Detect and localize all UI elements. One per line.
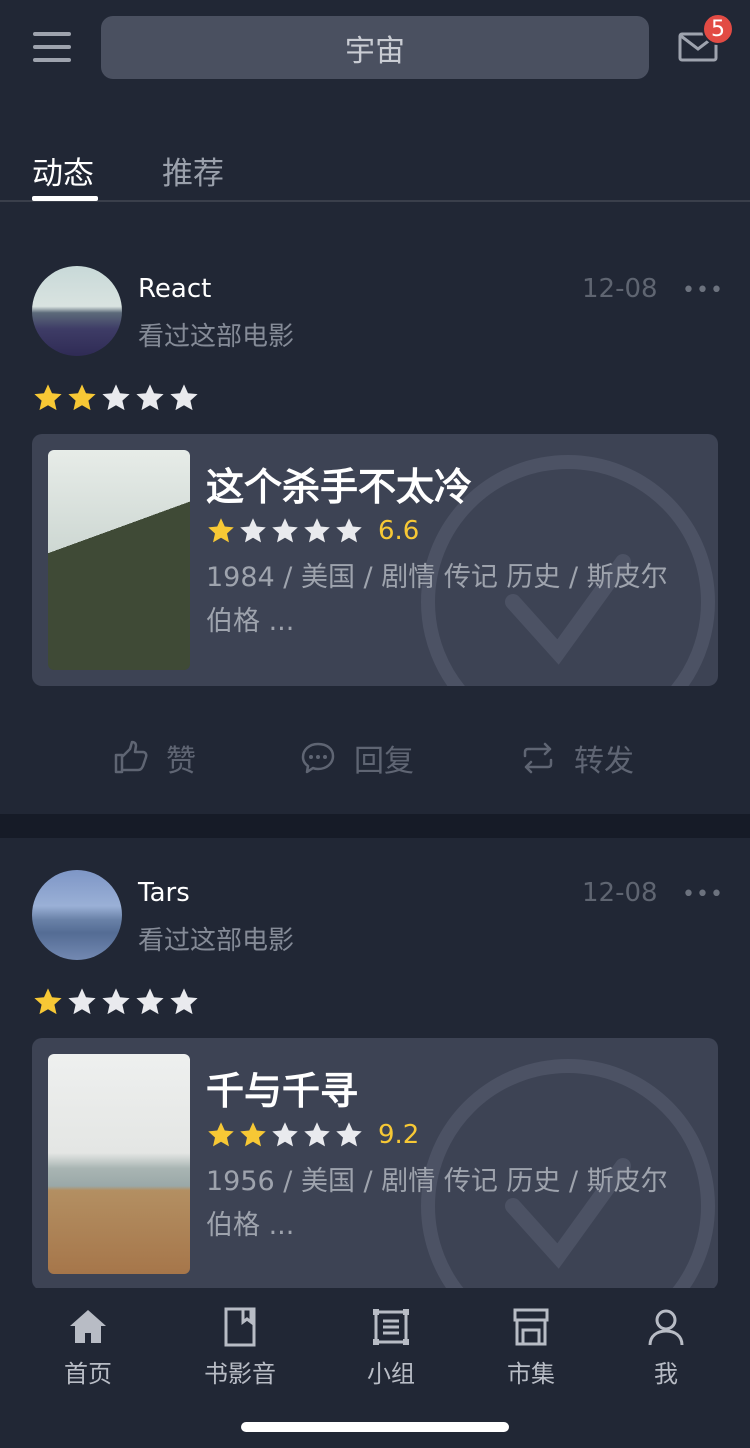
star-icon bbox=[206, 1120, 236, 1150]
feed-tabs: 动态 推荐 bbox=[0, 140, 750, 202]
top-bar: 宇宙 5 bbox=[0, 0, 750, 120]
star-icon bbox=[100, 382, 132, 414]
nav-label: 小组 bbox=[367, 1360, 415, 1388]
mail-badge: 5 bbox=[702, 13, 734, 45]
nav-label: 书影音 bbox=[204, 1360, 276, 1388]
search-text: 宇宙 bbox=[345, 33, 405, 69]
more-icon[interactable]: ••• bbox=[682, 278, 724, 303]
star-icon bbox=[66, 382, 98, 414]
movie-rating: 6.6 bbox=[206, 516, 419, 546]
repost-label: 转发 bbox=[574, 744, 634, 779]
movie-score: 9.2 bbox=[378, 1120, 420, 1150]
star-icon bbox=[270, 1120, 300, 1150]
star-icon bbox=[100, 986, 132, 1018]
post-date: 12-08 bbox=[582, 274, 658, 304]
star-icon bbox=[302, 516, 332, 546]
group-icon bbox=[373, 1309, 409, 1345]
star-icon bbox=[238, 516, 268, 546]
nav-book-movie-music[interactable]: 书影音 bbox=[190, 1306, 290, 1389]
repost-icon bbox=[523, 742, 553, 774]
movie-meta: 1984 / 美国 / 剧情 传记 历史 / 斯皮尔伯格 ... bbox=[206, 562, 668, 637]
thumbs-up-icon bbox=[114, 740, 148, 774]
star-icon bbox=[238, 1120, 268, 1150]
star-icon bbox=[206, 516, 236, 546]
nav-label: 我 bbox=[654, 1360, 678, 1388]
feed-card: React 看过这部电影 12-08 ••• 这个杀手不太冷 6.6 1984 … bbox=[0, 204, 750, 814]
star-icon bbox=[66, 986, 98, 1018]
movie-title[interactable]: 千与千寻 bbox=[206, 1060, 358, 1115]
repost-button[interactable]: 转发 bbox=[520, 736, 634, 780]
movie-meta: 1956 / 美国 / 剧情 传记 历史 / 斯皮尔伯格 ... bbox=[206, 1166, 668, 1241]
movie-poster[interactable] bbox=[48, 1054, 190, 1274]
more-icon[interactable]: ••• bbox=[682, 882, 724, 907]
nav-label: 首页 bbox=[64, 1360, 112, 1388]
star-icon bbox=[134, 382, 166, 414]
active-tab-indicator bbox=[32, 196, 98, 201]
reply-label: 回复 bbox=[354, 744, 414, 779]
nav-group[interactable]: 小组 bbox=[341, 1306, 441, 1389]
movie-rating: 9.2 bbox=[206, 1120, 419, 1150]
nav-home[interactable]: 首页 bbox=[38, 1306, 138, 1389]
movie-card[interactable]: 千与千寻 9.2 1956 / 美国 / 剧情 传记 历史 / 斯皮尔伯格 ..… bbox=[32, 1038, 718, 1290]
nav-label: 市集 bbox=[507, 1360, 555, 1388]
star-icon bbox=[134, 986, 166, 1018]
tab-recommend[interactable]: 推荐 bbox=[162, 148, 224, 193]
like-label: 赞 bbox=[166, 744, 196, 779]
avatar[interactable] bbox=[32, 870, 122, 960]
menu-icon[interactable] bbox=[33, 30, 71, 64]
movie-score: 6.6 bbox=[378, 516, 420, 546]
user-rating bbox=[32, 986, 200, 1018]
reply-button[interactable]: 回复 bbox=[300, 736, 414, 780]
star-icon bbox=[270, 516, 300, 546]
post-actions: 赞 回复 转发 bbox=[0, 724, 750, 794]
market-icon bbox=[513, 1308, 549, 1346]
star-icon bbox=[168, 382, 200, 414]
card-separator bbox=[0, 814, 750, 838]
movie-poster[interactable] bbox=[48, 450, 190, 670]
user-rating bbox=[32, 382, 200, 414]
nav-market[interactable]: 市集 bbox=[481, 1306, 581, 1389]
star-icon bbox=[334, 516, 364, 546]
star-icon bbox=[32, 382, 64, 414]
star-icon bbox=[168, 986, 200, 1018]
username[interactable]: React bbox=[138, 274, 211, 304]
search-bar[interactable]: 宇宙 bbox=[101, 16, 649, 79]
star-icon bbox=[334, 1120, 364, 1150]
comment-icon bbox=[301, 742, 335, 774]
movie-title[interactable]: 这个杀手不太冷 bbox=[206, 456, 472, 511]
home-icon bbox=[70, 1310, 106, 1343]
nav-profile[interactable]: 我 bbox=[616, 1306, 716, 1389]
book-icon bbox=[224, 1307, 256, 1347]
home-indicator[interactable] bbox=[241, 1422, 509, 1432]
activity-text: 看过这部电影 bbox=[138, 926, 295, 956]
username[interactable]: Tars bbox=[138, 878, 190, 908]
star-icon bbox=[302, 1120, 332, 1150]
like-button[interactable]: 赞 bbox=[112, 736, 196, 780]
feed-card: Tars 看过这部电影 12-08 ••• 千与千寻 9.2 1956 / 美国… bbox=[0, 838, 750, 1298]
tab-dynamic[interactable]: 动态 bbox=[32, 148, 94, 193]
movie-card[interactable]: 这个杀手不太冷 6.6 1984 / 美国 / 剧情 传记 历史 / 斯皮尔伯格… bbox=[32, 434, 718, 686]
post-date: 12-08 bbox=[582, 878, 658, 908]
avatar[interactable] bbox=[32, 266, 122, 356]
activity-text: 看过这部电影 bbox=[138, 322, 295, 352]
profile-icon bbox=[648, 1309, 684, 1346]
star-icon bbox=[32, 986, 64, 1018]
